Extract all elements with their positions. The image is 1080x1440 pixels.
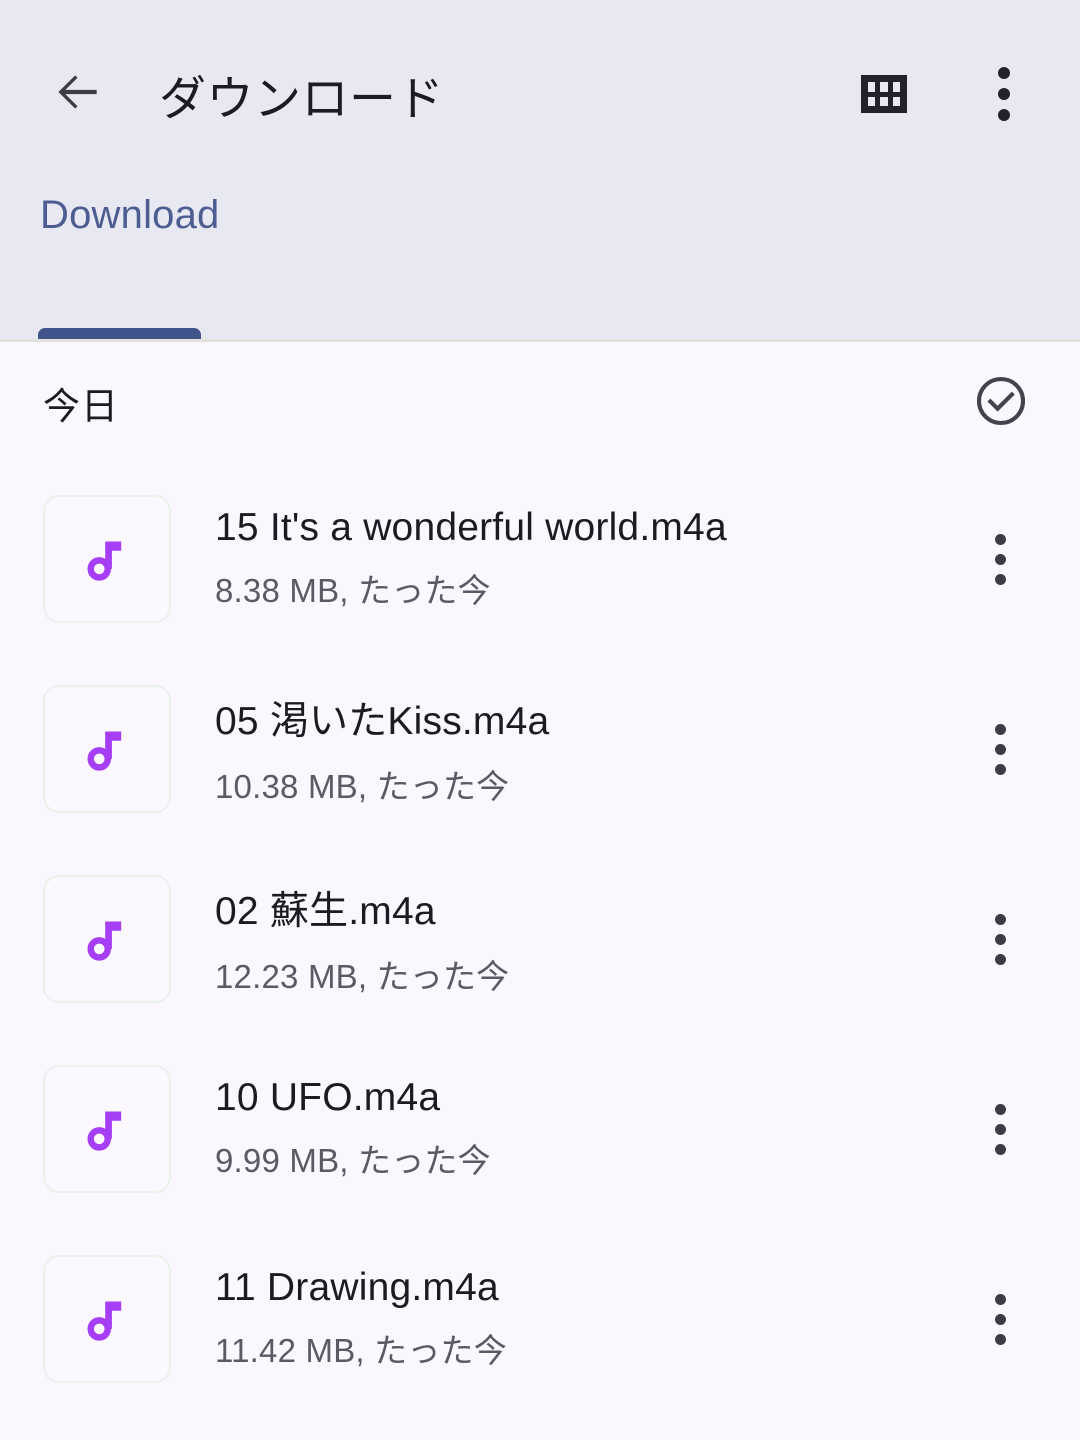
file-thumbnail (43, 495, 171, 623)
file-menu-button[interactable] (948, 504, 1052, 614)
file-name: 15 It's a wonderful world.m4a (215, 506, 727, 549)
page-title: ダウンロード (159, 71, 444, 125)
file-thumbnail (43, 875, 171, 1003)
file-info: 15 It's a wonderful world.m4a 8.38 MB, た… (215, 506, 948, 612)
file-info: 02 蘇生.m4a 12.23 MB, たった今 (215, 880, 948, 998)
file-info: 05 渇いたKiss.m4a 10.38 MB, たった今 (215, 690, 948, 808)
file-name: 11 Drawing.m4a (215, 1266, 499, 1309)
file-thumbnail (43, 1255, 171, 1383)
file-menu-button[interactable] (948, 694, 1052, 804)
file-name: 05 渇いたKiss.m4a (215, 700, 550, 743)
file-thumbnail (43, 1065, 171, 1193)
file-thumbnail (43, 685, 171, 813)
file-name: 02 蘇生.m4a (215, 890, 436, 933)
music-note-icon (76, 906, 138, 973)
tab-download[interactable]: Download (38, 185, 222, 339)
file-subtitle: 12.23 MB, たった今 (215, 958, 510, 995)
section-title: 今日 (43, 386, 119, 427)
tab-bar: Download (0, 185, 1080, 339)
select-all-button[interactable] (965, 367, 1037, 439)
overflow-menu-button[interactable] (966, 56, 1042, 132)
file-subtitle: 11.42 MB, たった今 (215, 1332, 507, 1369)
more-vert-icon (994, 1103, 1006, 1155)
file-subtitle: 10.38 MB, たった今 (215, 768, 510, 805)
file-menu-button[interactable] (948, 884, 1052, 994)
tab-active-indicator (38, 328, 201, 339)
more-vert-icon (994, 723, 1006, 775)
file-subtitle: 8.38 MB, たった今 (215, 572, 491, 609)
more-vert-icon (994, 533, 1006, 585)
file-subtitle: 9.99 MB, たった今 (215, 1142, 491, 1179)
file-menu-button[interactable] (948, 1074, 1052, 1184)
grid-view-icon (861, 75, 907, 113)
app-bar: ダウンロード Download (0, 0, 1080, 342)
file-row[interactable]: 15 It's a wonderful world.m4a 8.38 MB, た… (0, 464, 1080, 654)
section-header-today: 今日 (0, 342, 1080, 464)
check-circle-icon (972, 372, 1030, 435)
file-row[interactable]: 05 渇いたKiss.m4a 10.38 MB, たった今 (0, 654, 1080, 844)
file-row[interactable]: 10 UFO.m4a 9.99 MB, たった今 (0, 1034, 1080, 1224)
back-button[interactable] (42, 58, 114, 130)
download-list: 今日 15 It's a wonderful world.m4a 8.38 MB (0, 342, 1080, 1437)
app-bar-top-row: ダウンロード (0, 0, 1080, 188)
more-vert-icon (994, 913, 1006, 965)
grid-view-button[interactable] (846, 56, 922, 132)
file-row[interactable]: 02 蘇生.m4a 12.23 MB, たった今 (0, 844, 1080, 1034)
music-note-icon (76, 716, 138, 783)
music-note-icon (76, 526, 138, 593)
file-row[interactable]: 11 Drawing.m4a 11.42 MB, たった今 (0, 1224, 1080, 1414)
more-vert-icon (998, 67, 1010, 121)
file-info: 10 UFO.m4a 9.99 MB, たった今 (215, 1076, 948, 1182)
more-vert-icon (994, 1293, 1006, 1345)
file-name: 10 UFO.m4a (215, 1076, 441, 1119)
music-note-icon (76, 1286, 138, 1353)
music-note-icon (76, 1096, 138, 1163)
arrow-back-icon (50, 64, 106, 125)
file-menu-button[interactable] (948, 1264, 1052, 1374)
tab-download-label: Download (40, 193, 220, 237)
file-info: 11 Drawing.m4a 11.42 MB, たった今 (215, 1266, 948, 1372)
